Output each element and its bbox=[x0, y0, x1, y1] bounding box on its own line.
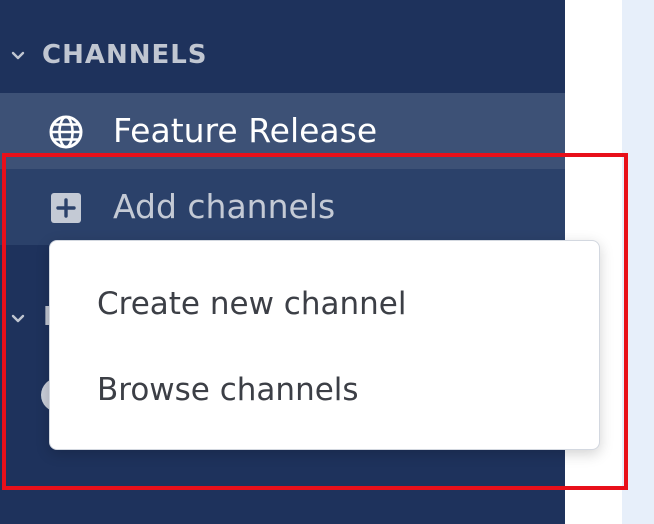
channels-section-header[interactable]: CHANNELS bbox=[0, 30, 565, 78]
menu-item-label: Browse channels bbox=[97, 372, 359, 408]
chevron-down-icon[interactable] bbox=[8, 308, 28, 328]
menu-item-label: Create new channel bbox=[97, 286, 407, 322]
sidebar-item-feature-release[interactable]: Feature Release bbox=[0, 93, 565, 169]
chevron-down-icon bbox=[11, 51, 25, 60]
create-new-channel-menu-item[interactable]: Create new channel bbox=[50, 274, 599, 334]
main-content-area bbox=[622, 0, 654, 524]
add-channels-dropdown-menu: Create new channel Browse channels bbox=[49, 240, 600, 450]
globe-icon bbox=[49, 115, 83, 149]
add-channels-label: Add channels bbox=[113, 187, 336, 226]
plus-square-icon bbox=[51, 193, 81, 223]
sidebar-item-label: Feature Release bbox=[113, 111, 378, 150]
channels-section-title: CHANNELS bbox=[42, 40, 208, 70]
add-channels-button[interactable]: Add channels bbox=[0, 169, 565, 245]
browse-channels-menu-item[interactable]: Browse channels bbox=[50, 360, 599, 420]
